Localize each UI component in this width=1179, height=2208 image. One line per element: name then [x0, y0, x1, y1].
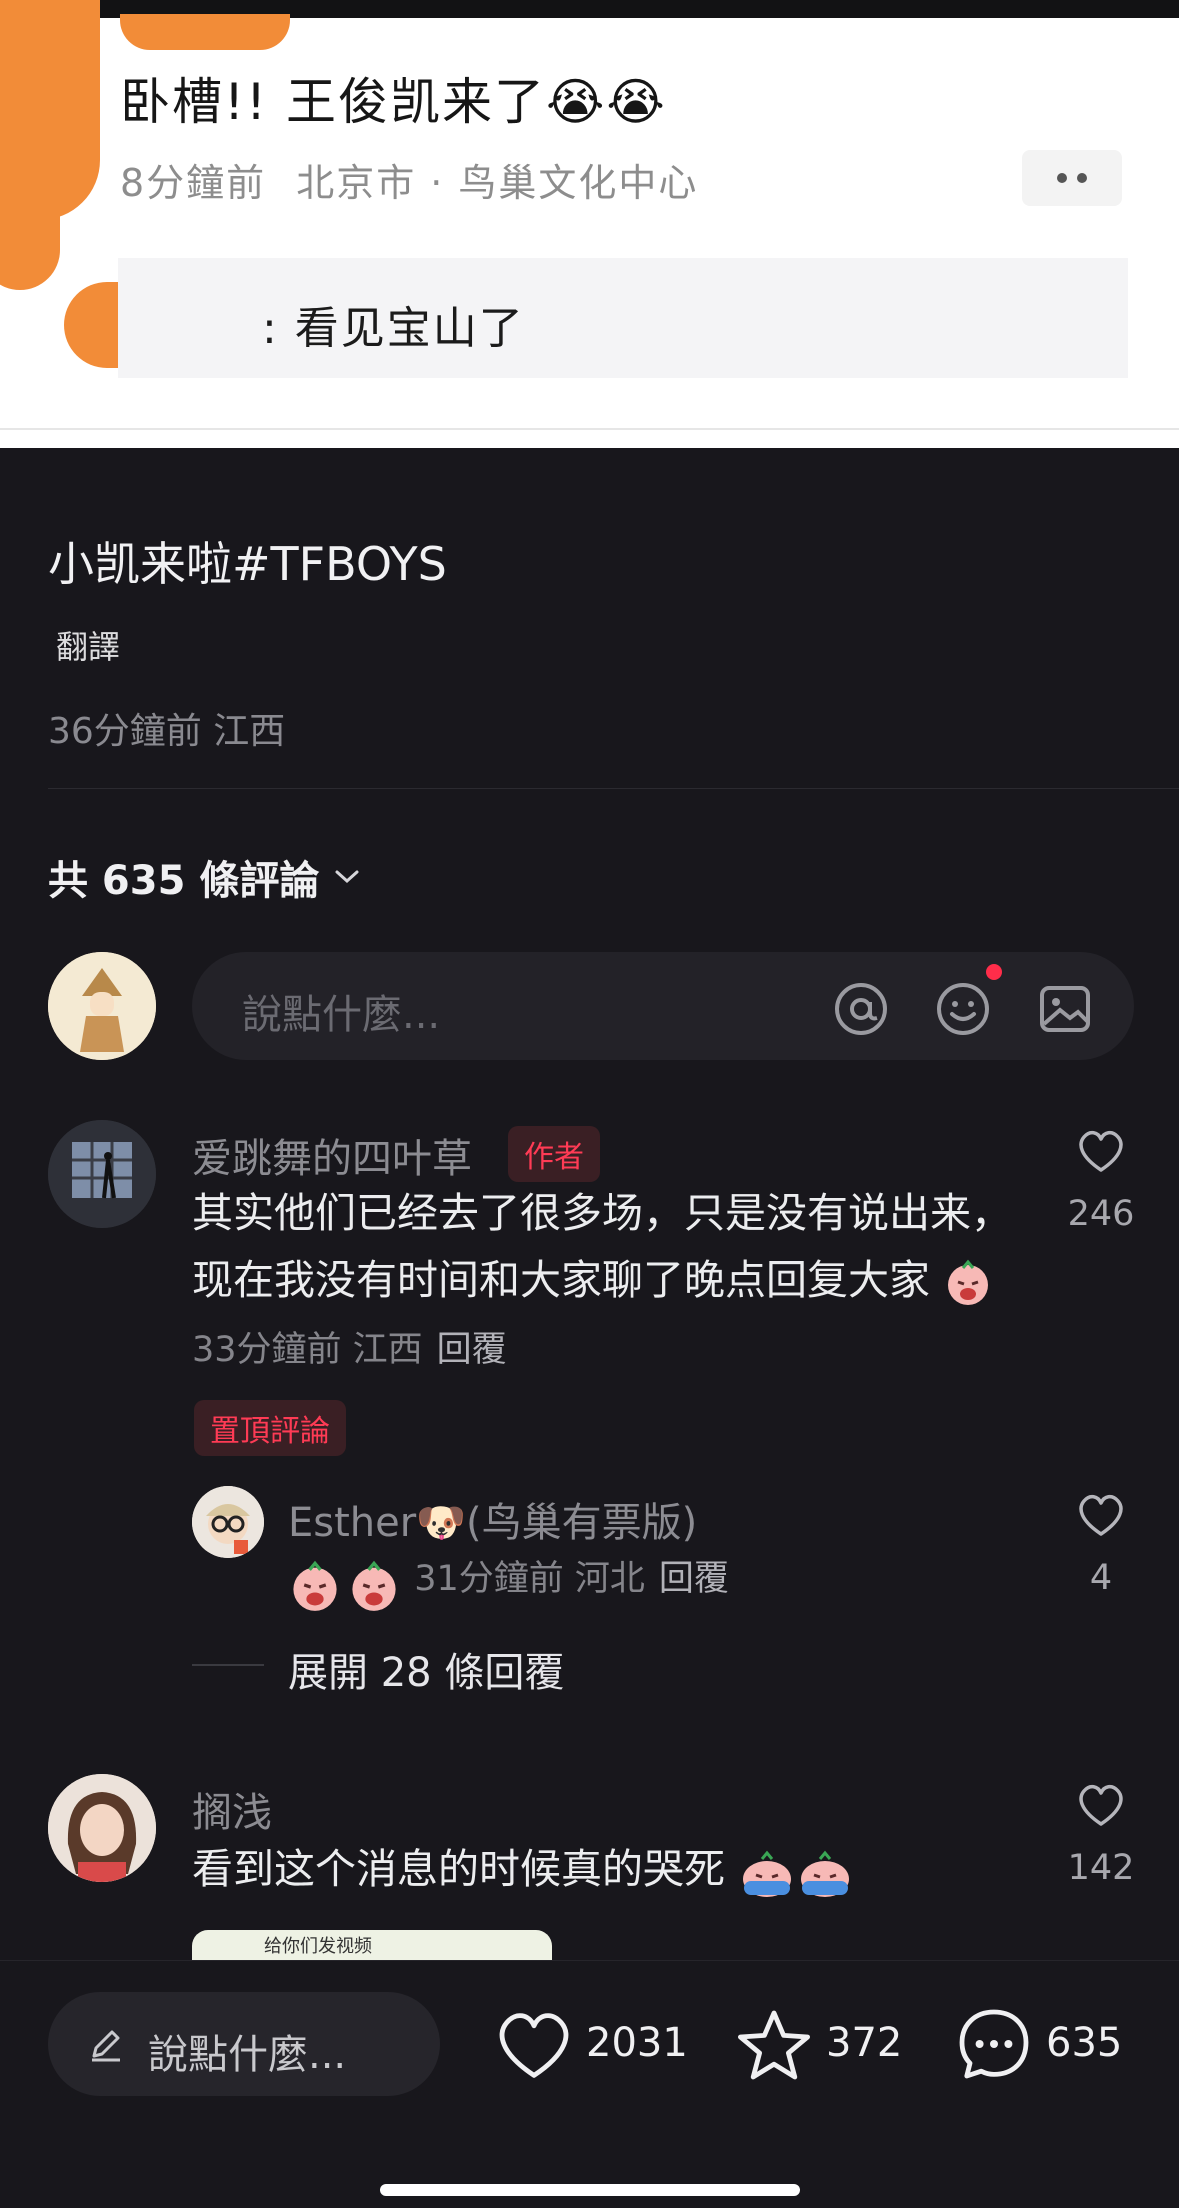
comment-author[interactable]: 爱跳舞的四叶草 — [192, 1126, 472, 1184]
dot-icon — [1057, 173, 1067, 183]
comment-count-label: 共 635 條評論 — [48, 858, 320, 904]
reply-meta: 31分鐘前 河北 回覆 — [414, 1559, 729, 1599]
like-count: 142 — [1067, 1848, 1135, 1888]
comment-avatar[interactable] — [48, 1774, 156, 1882]
image-icon[interactable] — [1036, 980, 1094, 1038]
comment-text: 其实他们已经去了很多场，只是没有说出来，现在我没有时间和大家聊了晚点回复大家 — [192, 1189, 1012, 1304]
comment-time-location: 33分鐘前 江西 — [192, 1330, 423, 1370]
crying-face-icon — [743, 1850, 792, 1897]
heart-icon[interactable] — [494, 2008, 574, 2082]
star-icon[interactable] — [734, 2006, 814, 2084]
comment-author[interactable]: 搁浅 — [192, 1780, 272, 1838]
comment-input-placeholder: 說點什麼... — [242, 992, 441, 1038]
chevron-down-icon — [335, 870, 359, 884]
reply-button[interactable]: 回覆 — [437, 1330, 507, 1370]
reply-button[interactable]: 回覆 — [659, 1559, 729, 1599]
chat-bubble-icon[interactable] — [954, 2004, 1034, 2084]
post-text: 卧槽!! 王俊凯来了😭😭 — [120, 73, 667, 131]
comment-text: 看到这个消息的时候真的哭死 — [192, 1845, 725, 1893]
smile-icon[interactable] — [934, 980, 992, 1038]
media-thumbnail-label: 给你们发视频 — [264, 1936, 372, 1957]
my-avatar[interactable] — [48, 952, 156, 1060]
crying-face-icon — [801, 1850, 850, 1897]
more-options-button[interactable] — [1022, 150, 1122, 206]
like-count: 246 — [1067, 1194, 1135, 1234]
comment-count-sort[interactable]: 共 635 條評論 — [48, 848, 361, 906]
expand-replies-button[interactable]: 展開 28 條回覆 — [288, 1640, 564, 1698]
notification-dot — [986, 964, 1002, 980]
comment-meta: 33分鐘前 江西 回覆 — [192, 1330, 507, 1370]
redaction-mark — [0, 180, 60, 290]
heart-icon[interactable] — [1076, 1782, 1126, 1828]
pinned-badge: 置頂評論 — [194, 1400, 346, 1456]
pencil-icon — [92, 2030, 120, 2062]
reply-preview-text: : 看见宝山了 — [262, 303, 525, 354]
card-divider — [0, 428, 1179, 430]
comment-avatar[interactable] — [48, 1120, 156, 1228]
home-indicator — [380, 2184, 800, 2196]
reply-author[interactable]: Esther🐶(鸟巢有票版) — [288, 1490, 697, 1548]
comment-body: 看到这个消息的时候真的哭死 — [192, 1836, 854, 1903]
bottom-input-placeholder: 說點什麼... — [148, 2032, 347, 2078]
divider — [48, 788, 1179, 789]
redaction-mark — [120, 14, 290, 50]
dot-icon — [1077, 173, 1087, 183]
caption-text: 小凯来啦#TFBOYS — [48, 537, 447, 591]
translate-button[interactable]: 翻譯 — [56, 622, 120, 668]
author-badge: 作者 — [508, 1126, 600, 1182]
post-time: 8分鐘前 — [120, 161, 267, 205]
comment-total: 635 — [1046, 2020, 1123, 2066]
comment-body: 其实他们已经去了很多场，只是没有说出来，现在我没有时间和大家聊了晚点回复大家 3… — [192, 1180, 1022, 1384]
reply-body: 31分鐘前 河北 回覆 — [288, 1550, 729, 1613]
like-count: 4 — [1089, 1558, 1113, 1598]
heart-icon[interactable] — [1076, 1492, 1126, 1538]
crying-face-icon — [948, 1259, 989, 1305]
reply-time-location: 31分鐘前 河北 — [414, 1559, 645, 1599]
favorite-total: 372 — [826, 2020, 903, 2066]
like-total: 2031 — [586, 2020, 688, 2066]
at-icon[interactable] — [832, 980, 890, 1038]
crying-face-icon — [293, 1560, 337, 1611]
post-meta: 8分鐘前 北京市 · 鸟巢文化中心 — [120, 152, 698, 207]
heart-icon[interactable] — [1076, 1128, 1126, 1174]
expand-divider — [192, 1664, 264, 1666]
caption-meta: 36分鐘前 江西 — [48, 711, 286, 752]
crying-face-icon — [352, 1560, 396, 1611]
post-location[interactable]: 北京市 · 鸟巢文化中心 — [296, 161, 698, 205]
reply-avatar[interactable] — [192, 1486, 264, 1558]
